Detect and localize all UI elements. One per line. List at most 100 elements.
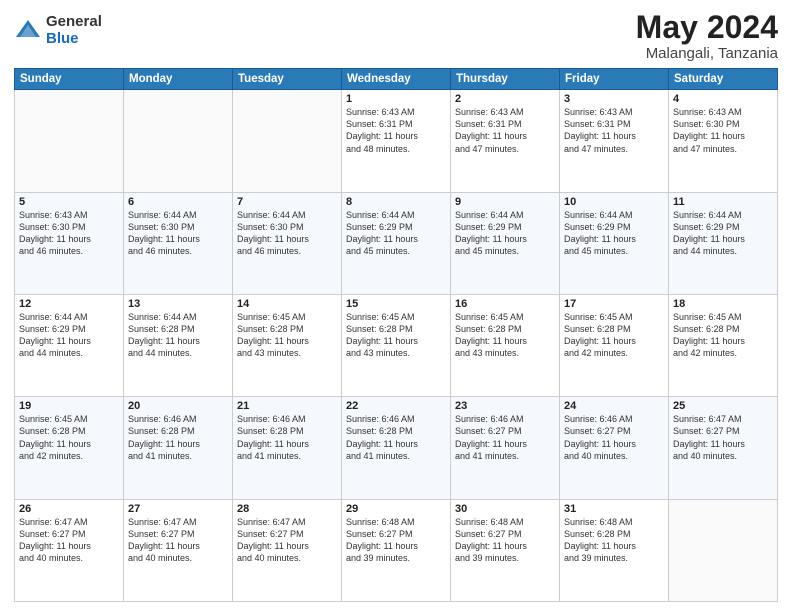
logo: General Blue xyxy=(14,14,102,47)
day-info: Sunrise: 6:44 AM Sunset: 6:28 PM Dayligh… xyxy=(128,311,228,360)
day-number: 28 xyxy=(237,503,337,515)
location-subtitle: Malangali, Tanzania xyxy=(636,45,778,62)
calendar-cell xyxy=(233,90,342,192)
month-title: May 2024 xyxy=(636,10,778,45)
col-tuesday: Tuesday xyxy=(233,69,342,90)
day-number: 1 xyxy=(346,93,446,105)
day-number: 31 xyxy=(564,503,664,515)
day-info: Sunrise: 6:48 AM Sunset: 6:27 PM Dayligh… xyxy=(455,516,555,565)
calendar-cell: 16Sunrise: 6:45 AM Sunset: 6:28 PM Dayli… xyxy=(451,294,560,396)
calendar-table: Sunday Monday Tuesday Wednesday Thursday… xyxy=(14,68,778,602)
day-number: 19 xyxy=(19,400,119,412)
calendar-cell: 18Sunrise: 6:45 AM Sunset: 6:28 PM Dayli… xyxy=(669,294,778,396)
day-info: Sunrise: 6:47 AM Sunset: 6:27 PM Dayligh… xyxy=(19,516,119,565)
day-number: 27 xyxy=(128,503,228,515)
calendar-cell: 20Sunrise: 6:46 AM Sunset: 6:28 PM Dayli… xyxy=(124,397,233,499)
calendar-header-row: Sunday Monday Tuesday Wednesday Thursday… xyxy=(15,69,778,90)
day-info: Sunrise: 6:48 AM Sunset: 6:28 PM Dayligh… xyxy=(564,516,664,565)
calendar-week-row: 5Sunrise: 6:43 AM Sunset: 6:30 PM Daylig… xyxy=(15,192,778,294)
day-number: 30 xyxy=(455,503,555,515)
day-info: Sunrise: 6:46 AM Sunset: 6:28 PM Dayligh… xyxy=(128,413,228,462)
day-info: Sunrise: 6:47 AM Sunset: 6:27 PM Dayligh… xyxy=(128,516,228,565)
calendar-week-row: 19Sunrise: 6:45 AM Sunset: 6:28 PM Dayli… xyxy=(15,397,778,499)
title-block: May 2024 Malangali, Tanzania xyxy=(636,10,778,62)
calendar-cell: 30Sunrise: 6:48 AM Sunset: 6:27 PM Dayli… xyxy=(451,499,560,601)
day-number: 4 xyxy=(673,93,773,105)
calendar-cell: 6Sunrise: 6:44 AM Sunset: 6:30 PM Daylig… xyxy=(124,192,233,294)
page: General Blue May 2024 Malangali, Tanzani… xyxy=(0,0,792,612)
col-monday: Monday xyxy=(124,69,233,90)
calendar-cell: 1Sunrise: 6:43 AM Sunset: 6:31 PM Daylig… xyxy=(342,90,451,192)
day-number: 14 xyxy=(237,298,337,310)
calendar-cell: 25Sunrise: 6:47 AM Sunset: 6:27 PM Dayli… xyxy=(669,397,778,499)
day-number: 5 xyxy=(19,196,119,208)
calendar-cell: 19Sunrise: 6:45 AM Sunset: 6:28 PM Dayli… xyxy=(15,397,124,499)
day-number: 2 xyxy=(455,93,555,105)
calendar-cell: 17Sunrise: 6:45 AM Sunset: 6:28 PM Dayli… xyxy=(560,294,669,396)
day-info: Sunrise: 6:43 AM Sunset: 6:30 PM Dayligh… xyxy=(673,106,773,155)
calendar-cell: 13Sunrise: 6:44 AM Sunset: 6:28 PM Dayli… xyxy=(124,294,233,396)
day-info: Sunrise: 6:47 AM Sunset: 6:27 PM Dayligh… xyxy=(237,516,337,565)
day-number: 13 xyxy=(128,298,228,310)
day-info: Sunrise: 6:43 AM Sunset: 6:30 PM Dayligh… xyxy=(19,209,119,258)
day-info: Sunrise: 6:43 AM Sunset: 6:31 PM Dayligh… xyxy=(564,106,664,155)
day-info: Sunrise: 6:46 AM Sunset: 6:27 PM Dayligh… xyxy=(564,413,664,462)
calendar-cell: 31Sunrise: 6:48 AM Sunset: 6:28 PM Dayli… xyxy=(560,499,669,601)
day-number: 9 xyxy=(455,196,555,208)
day-info: Sunrise: 6:48 AM Sunset: 6:27 PM Dayligh… xyxy=(346,516,446,565)
logo-icon xyxy=(14,17,42,45)
col-saturday: Saturday xyxy=(669,69,778,90)
day-number: 17 xyxy=(564,298,664,310)
calendar-cell: 3Sunrise: 6:43 AM Sunset: 6:31 PM Daylig… xyxy=(560,90,669,192)
logo-blue-text: Blue xyxy=(46,31,102,48)
day-info: Sunrise: 6:44 AM Sunset: 6:29 PM Dayligh… xyxy=(564,209,664,258)
calendar-cell: 2Sunrise: 6:43 AM Sunset: 6:31 PM Daylig… xyxy=(451,90,560,192)
calendar-cell: 28Sunrise: 6:47 AM Sunset: 6:27 PM Dayli… xyxy=(233,499,342,601)
col-friday: Friday xyxy=(560,69,669,90)
day-number: 22 xyxy=(346,400,446,412)
calendar-cell: 23Sunrise: 6:46 AM Sunset: 6:27 PM Dayli… xyxy=(451,397,560,499)
day-number: 20 xyxy=(128,400,228,412)
day-number: 7 xyxy=(237,196,337,208)
calendar-cell: 5Sunrise: 6:43 AM Sunset: 6:30 PM Daylig… xyxy=(15,192,124,294)
logo-general-text: General xyxy=(46,14,102,31)
day-info: Sunrise: 6:46 AM Sunset: 6:27 PM Dayligh… xyxy=(455,413,555,462)
calendar-cell xyxy=(15,90,124,192)
day-number: 21 xyxy=(237,400,337,412)
calendar-cell: 12Sunrise: 6:44 AM Sunset: 6:29 PM Dayli… xyxy=(15,294,124,396)
calendar-cell: 8Sunrise: 6:44 AM Sunset: 6:29 PM Daylig… xyxy=(342,192,451,294)
day-info: Sunrise: 6:44 AM Sunset: 6:29 PM Dayligh… xyxy=(673,209,773,258)
calendar-week-row: 1 Sunrise: 6:43 AM Sunset: 6:31 PM Daylig… xyxy=(15,90,778,192)
calendar-cell: 9Sunrise: 6:44 AM Sunset: 6:29 PM Daylig… xyxy=(451,192,560,294)
day-info: Sunrise: 6:43 AM Sunset: 6:31 PM Dayligh… xyxy=(455,106,555,155)
day-number: 29 xyxy=(346,503,446,515)
day-info: Sunrise: 6:45 AM Sunset: 6:28 PM Dayligh… xyxy=(673,311,773,360)
day-number: 12 xyxy=(19,298,119,310)
calendar-cell: 10Sunrise: 6:44 AM Sunset: 6:29 PM Dayli… xyxy=(560,192,669,294)
day-number: 25 xyxy=(673,400,773,412)
calendar-cell: 21Sunrise: 6:46 AM Sunset: 6:28 PM Dayli… xyxy=(233,397,342,499)
calendar-cell xyxy=(124,90,233,192)
day-info: Sunrise: 6:44 AM Sunset: 6:29 PM Dayligh… xyxy=(346,209,446,258)
calendar-cell: 4Sunrise: 6:43 AM Sunset: 6:30 PM Daylig… xyxy=(669,90,778,192)
calendar-cell: 11Sunrise: 6:44 AM Sunset: 6:29 PM Dayli… xyxy=(669,192,778,294)
day-number: 15 xyxy=(346,298,446,310)
day-info: Sunrise: 6:44 AM Sunset: 6:29 PM Dayligh… xyxy=(455,209,555,258)
day-number: 18 xyxy=(673,298,773,310)
day-number: 24 xyxy=(564,400,664,412)
day-number: 3 xyxy=(564,93,664,105)
header: General Blue May 2024 Malangali, Tanzani… xyxy=(14,10,778,62)
day-number: 10 xyxy=(564,196,664,208)
day-number: 6 xyxy=(128,196,228,208)
day-info: Sunrise: 6:46 AM Sunset: 6:28 PM Dayligh… xyxy=(346,413,446,462)
day-info: Sunrise: 6:46 AM Sunset: 6:28 PM Dayligh… xyxy=(237,413,337,462)
calendar-cell: 14Sunrise: 6:45 AM Sunset: 6:28 PM Dayli… xyxy=(233,294,342,396)
day-info: Sunrise: 6:45 AM Sunset: 6:28 PM Dayligh… xyxy=(455,311,555,360)
day-info: Sunrise: 6:45 AM Sunset: 6:28 PM Dayligh… xyxy=(19,413,119,462)
day-info: Sunrise: 6:44 AM Sunset: 6:29 PM Dayligh… xyxy=(19,311,119,360)
day-number: 8 xyxy=(346,196,446,208)
day-number: 23 xyxy=(455,400,555,412)
day-info: Sunrise: 6:45 AM Sunset: 6:28 PM Dayligh… xyxy=(237,311,337,360)
logo-text: General Blue xyxy=(46,14,102,47)
day-number: 16 xyxy=(455,298,555,310)
